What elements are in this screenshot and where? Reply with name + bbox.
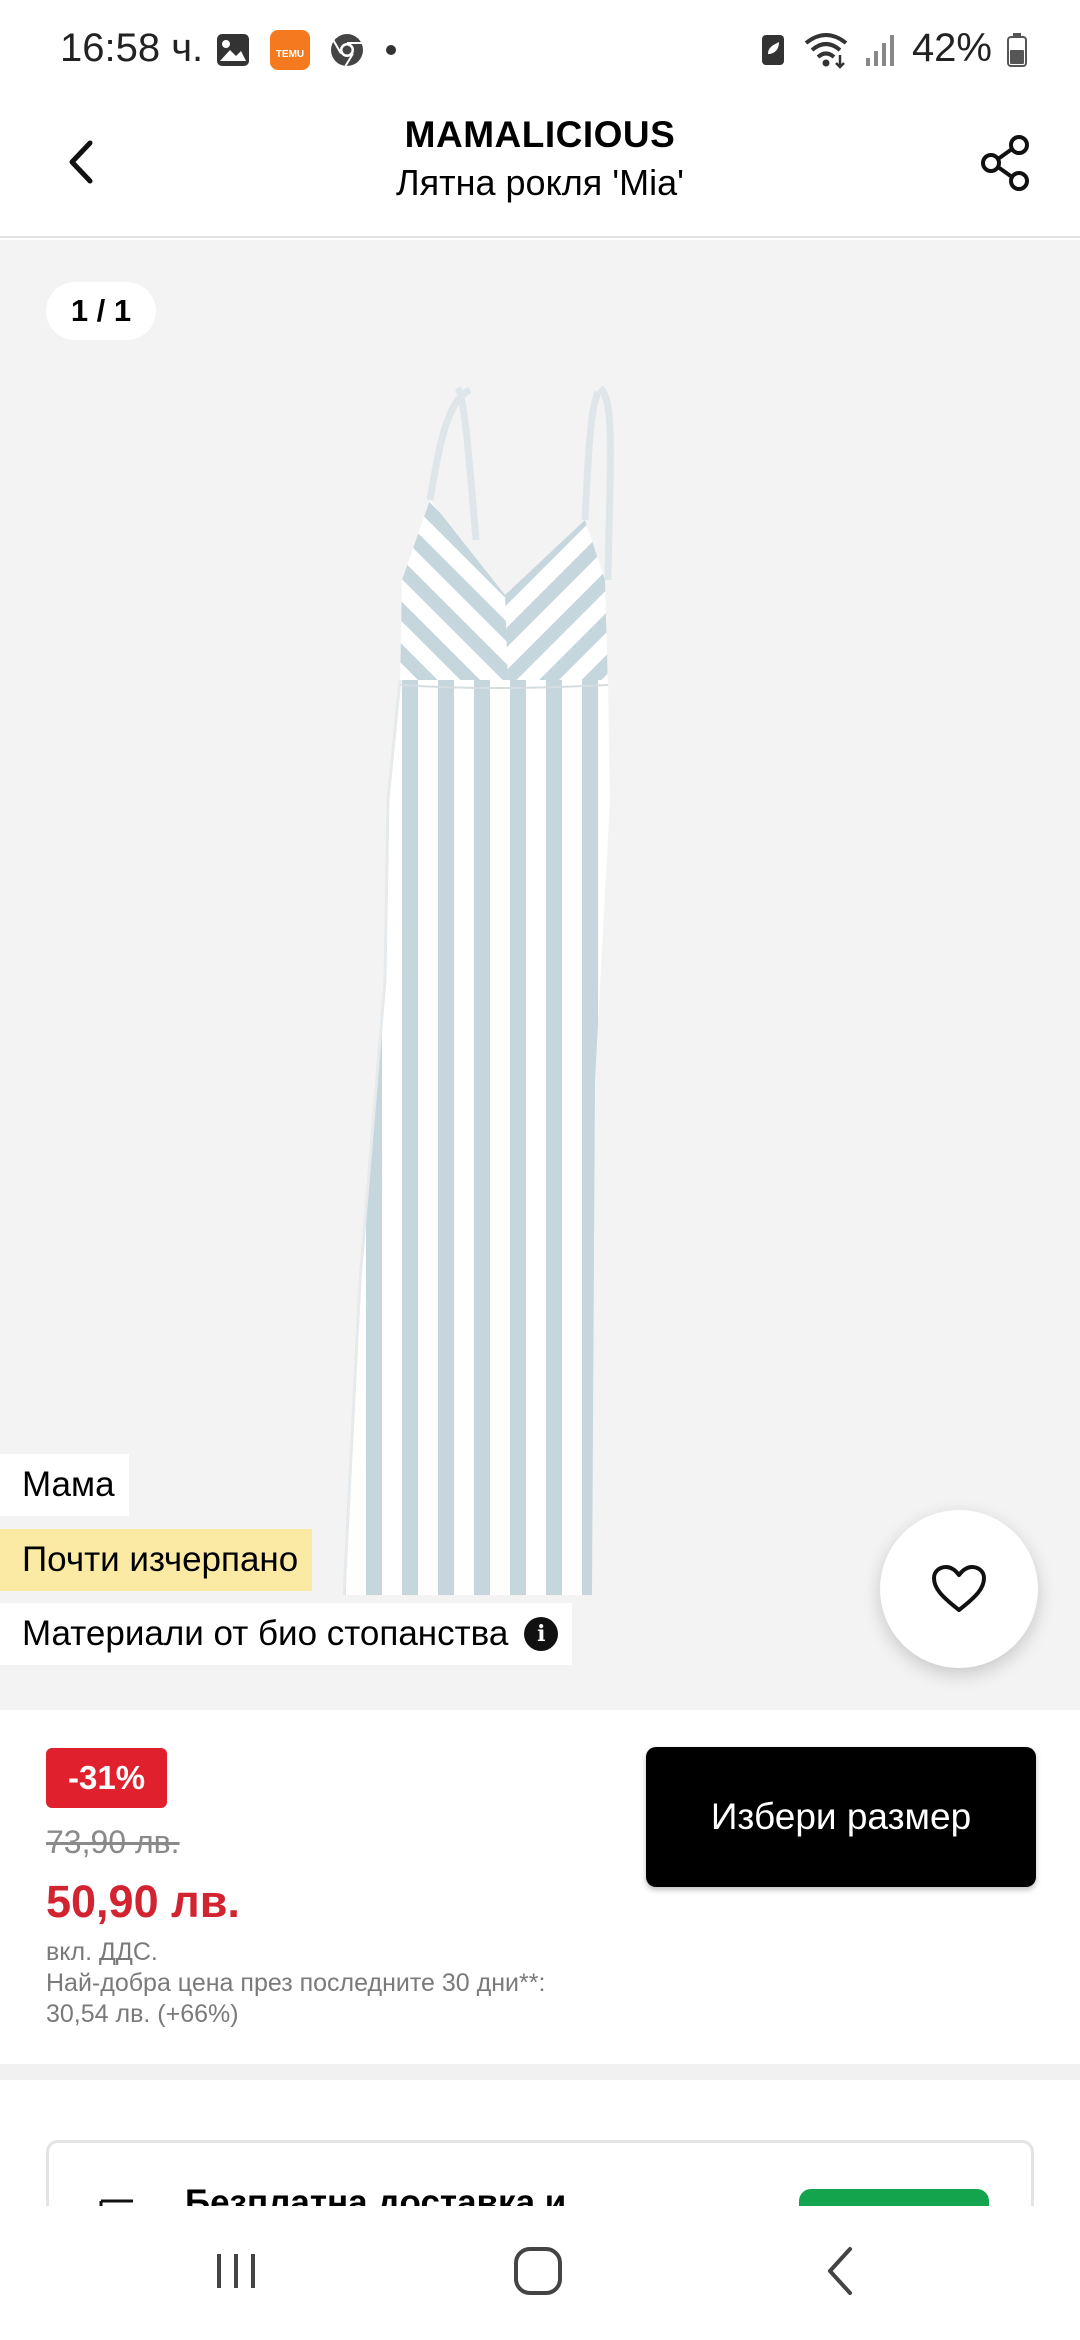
battery-percent: 42% xyxy=(911,26,992,70)
image-counter: 1 / 1 xyxy=(46,282,156,340)
home-button[interactable] xyxy=(498,2236,578,2306)
info-icon[interactable]: i xyxy=(524,1617,559,1651)
tag-bio-materials[interactable]: Материали от био стопанства i xyxy=(0,1603,573,1665)
system-back-icon xyxy=(828,2247,852,2295)
recent-apps-button[interactable] xyxy=(196,2236,276,2306)
tag-low-stock-label: Почти изчерпано xyxy=(22,1540,299,1579)
price-card: -31% 73,90 лв. 50,90 лв. вкл. ДДС. Най-д… xyxy=(0,1712,1080,2062)
system-back-button[interactable] xyxy=(800,2236,880,2306)
recent-apps-icon xyxy=(217,2254,255,2288)
status-icons-left: ТЕМU xyxy=(214,30,398,70)
product-gallery[interactable]: 1 / 1 Мама Почти изчерпано Материали от … xyxy=(0,240,1080,1710)
select-size-button[interactable]: Избери размер xyxy=(646,1747,1036,1887)
system-nav-bar xyxy=(0,2206,1080,2340)
best-price-line-1: Най-добра цена през последните 30 дни**: xyxy=(46,1969,546,1997)
share-icon xyxy=(981,135,1029,191)
old-price: 73,90 лв. xyxy=(46,1824,180,1860)
status-time: 16:58 ч. xyxy=(60,26,204,70)
more-notifications-dot-icon xyxy=(384,43,398,57)
vat-note: вкл. ДДС. xyxy=(46,1938,158,1966)
tag-mama-label: Мама xyxy=(22,1465,115,1504)
chrome-notification-icon xyxy=(328,31,366,69)
gallery-notification-icon xyxy=(214,31,252,69)
product-title: Лятна рокля 'Mia' xyxy=(396,162,684,203)
signal-icon xyxy=(864,30,898,68)
best-price-line-2: 30,54 лв. (+66%) xyxy=(46,2000,239,2028)
battery-saver-icon xyxy=(758,30,788,68)
status-icons-right: 42% xyxy=(758,26,1028,71)
battery-icon xyxy=(1006,30,1028,68)
section-divider xyxy=(0,2064,1080,2080)
best-price-note: Най-добра цена през последните 30 дни**:… xyxy=(46,1968,646,2030)
heart-icon xyxy=(932,1565,986,1612)
tag-bio-materials-label: Материали от био стопанства xyxy=(22,1614,509,1653)
tag-mama: Мама xyxy=(0,1454,129,1516)
wifi-icon xyxy=(802,29,850,69)
product-image[interactable] xyxy=(330,380,750,1595)
brand-name[interactable]: MAMALICIOUS xyxy=(0,114,1080,156)
discount-badge: -31% xyxy=(46,1748,168,1808)
temu-notification-icon: ТЕМU xyxy=(270,30,310,70)
favorite-button[interactable] xyxy=(880,1510,1038,1668)
tag-low-stock: Почти изчерпано xyxy=(0,1529,313,1591)
new-price: 50,90 лв. xyxy=(46,1876,240,1927)
status-bar: 16:58 ч. ТЕМU 42% xyxy=(0,0,1080,100)
share-button[interactable] xyxy=(970,128,1040,198)
product-header: MAMALICIOUS Лятна рокля 'Mia' xyxy=(0,100,1080,238)
home-icon xyxy=(514,2247,562,2295)
